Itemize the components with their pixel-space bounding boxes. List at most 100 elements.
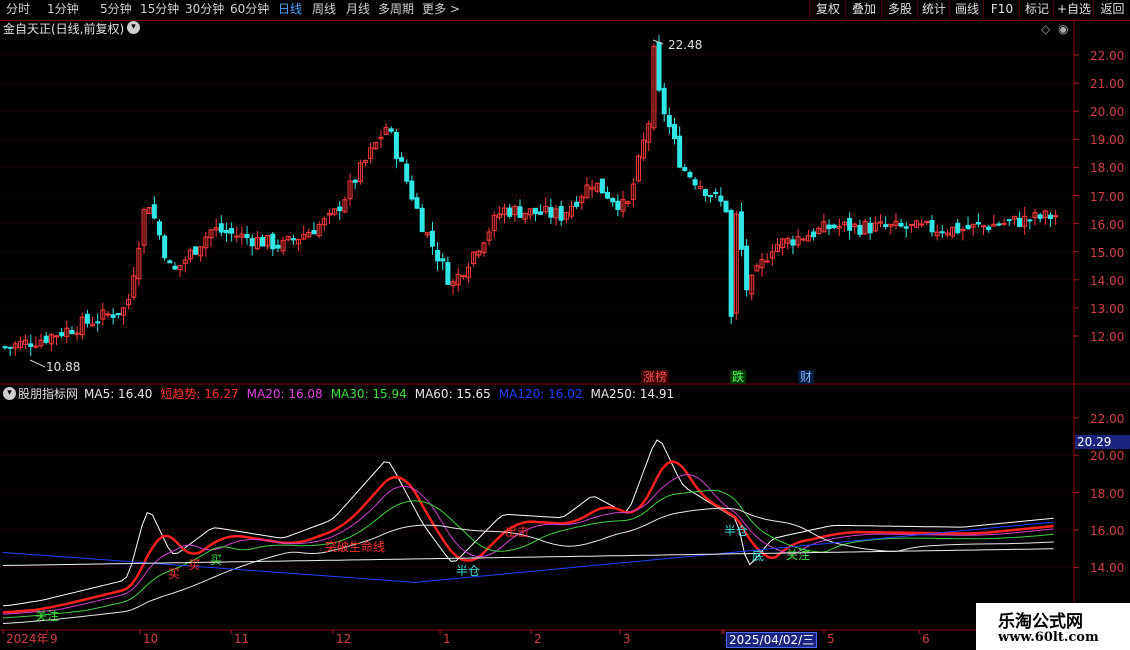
candle-body xyxy=(157,221,162,236)
y-tick-label: 14.00 xyxy=(1090,561,1125,576)
low-price-marker: 10.88 xyxy=(46,360,81,374)
candle-body xyxy=(172,265,178,270)
candle-body xyxy=(507,207,513,217)
low-arrow xyxy=(29,359,46,368)
candle-body xyxy=(939,231,945,234)
candle-body xyxy=(723,200,729,213)
candle-body xyxy=(857,224,863,235)
signal-label: 突破生命线 xyxy=(325,540,386,554)
candle-body xyxy=(260,236,265,247)
candle-body xyxy=(847,217,853,231)
chevron-down-icon[interactable]: ▾ xyxy=(127,21,140,34)
signal-label: 出击 xyxy=(505,525,530,539)
candle-body xyxy=(996,223,1002,226)
candle-body xyxy=(826,224,832,230)
candle-body xyxy=(883,224,889,228)
y-tick-label: 18.00 xyxy=(1090,486,1125,501)
candle-body xyxy=(924,221,930,224)
candle-body xyxy=(1001,222,1007,225)
candle-body xyxy=(167,260,173,264)
candle-body xyxy=(399,157,405,162)
event-drop[interactable]: 跌 xyxy=(730,370,747,384)
watermark: 乐淘公式网 www.60lt.com xyxy=(976,603,1130,650)
legend-item: MA30: 15.94 xyxy=(330,387,407,401)
candle-body xyxy=(605,191,611,199)
candle-body xyxy=(409,180,415,200)
candle-body xyxy=(728,209,734,317)
y-tick-label: 20.00 xyxy=(1090,105,1125,120)
time-label: 1 xyxy=(443,632,451,646)
candle-body xyxy=(744,245,750,291)
indicator-legend: MA5: 16.40 短趋势: 16.27 MA20: 16.08 MA30: 15.… xyxy=(84,387,682,401)
time-label: 9 xyxy=(50,632,58,646)
y-tick-label: 18.00 xyxy=(1090,161,1125,176)
candle-body xyxy=(69,330,75,335)
signal-label: 关注 xyxy=(35,609,60,623)
candle-body xyxy=(244,234,250,239)
candle-body xyxy=(84,313,90,324)
candle-body xyxy=(975,221,981,225)
candle-body xyxy=(656,41,662,91)
candle-body xyxy=(738,211,744,250)
candle-body xyxy=(352,179,358,183)
signal-label: 买 xyxy=(210,553,223,567)
settings-dot-icon[interactable]: ◉ xyxy=(1058,22,1068,36)
candle-body xyxy=(1053,215,1059,218)
y-tick-label: 21.00 xyxy=(1090,77,1125,92)
time-label: 5 xyxy=(827,632,835,646)
diamond-icon[interactable]: ◇ xyxy=(1041,22,1050,36)
watermark-url: www.60lt.com xyxy=(998,630,1099,645)
candle-body xyxy=(435,249,441,262)
watermark-title: 乐淘公式网 xyxy=(998,612,1083,632)
candle-body xyxy=(115,312,121,316)
candle-body xyxy=(672,124,677,140)
candle-body xyxy=(249,238,255,247)
indicator-toggle-icon[interactable]: ▾ xyxy=(3,387,16,400)
y-tick-label: 22.00 xyxy=(1090,411,1125,426)
candle-body xyxy=(440,258,446,262)
signal-label: 底 xyxy=(752,549,765,563)
candle-body xyxy=(1006,219,1012,222)
y-tick-label: 20.00 xyxy=(1090,449,1125,464)
time-label: 3 xyxy=(623,632,631,646)
stock-title: 金自天正(日线,前复权) xyxy=(3,22,125,36)
candle-body xyxy=(54,335,59,338)
candle-body xyxy=(610,197,616,203)
candle-body xyxy=(59,332,65,337)
candle-body xyxy=(290,238,296,241)
event-limit-up[interactable]: 涨榜 xyxy=(641,370,670,384)
event-finance[interactable]: 财 xyxy=(798,370,815,384)
candle-body xyxy=(460,275,466,278)
legend-item: MA120: 16.02 xyxy=(498,387,583,401)
candle-body xyxy=(790,239,796,246)
candle-body xyxy=(275,244,281,249)
indicator-line xyxy=(2,548,1054,566)
candle-body xyxy=(929,219,935,233)
time-label: 11 xyxy=(234,632,250,646)
y-tick-label: 19.00 xyxy=(1090,133,1125,148)
candle-body xyxy=(908,224,914,227)
y-tick-label: 16.00 xyxy=(1090,217,1125,232)
candle-body xyxy=(682,167,688,171)
y-tick-label: 15.00 xyxy=(1090,245,1125,260)
legend-item: 短趋势: 16.27 xyxy=(160,387,239,401)
candle-body xyxy=(404,163,410,182)
candle-body xyxy=(393,131,399,160)
chart-canvas[interactable] xyxy=(0,0,1130,650)
candle-body xyxy=(666,114,672,128)
y-tick-label: 22.00 xyxy=(1090,49,1125,63)
candle-body xyxy=(445,262,451,285)
y-tick-label: 13.00 xyxy=(1090,301,1125,316)
signal-label: 买 xyxy=(168,567,181,581)
candle-body xyxy=(831,224,837,229)
signal-label: 关注 xyxy=(786,548,811,562)
candle-body xyxy=(193,246,199,255)
candle-body xyxy=(1047,214,1053,219)
candle-body xyxy=(981,225,986,228)
candle-body xyxy=(95,321,101,324)
candle-body xyxy=(903,226,909,229)
time-label: 12 xyxy=(336,632,352,646)
candle-body xyxy=(687,172,693,178)
y-tick-label: 16.00 xyxy=(1090,524,1125,538)
candle-body xyxy=(599,178,605,194)
